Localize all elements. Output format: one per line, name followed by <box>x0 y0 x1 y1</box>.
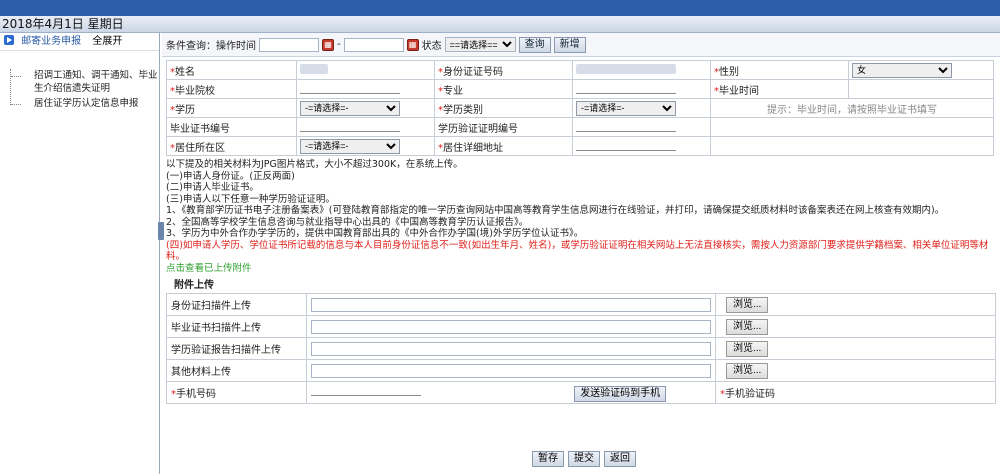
id-label: *身份证证号码 <box>434 60 573 80</box>
school-value[interactable] <box>296 79 435 99</box>
applicant-form: *姓名 *身份证证号码 *性别 女 *毕业院校 *专业 *毕业时间 *学历 -=… <box>166 60 994 156</box>
sidebar: 邮寄业务申报 全展开 招调工通知、调干通知、毕业生介绍信遗失证明 居住证学历认定… <box>0 33 160 474</box>
note-line: (二)申请人毕业证书。 <box>166 182 259 193</box>
id-file-input[interactable] <box>311 297 711 312</box>
back-button[interactable]: 返回 <box>604 451 636 467</box>
add-button[interactable]: 新增 <box>553 36 586 53</box>
upload-table: 身份证扫描件上传 浏览... 毕业证书扫描件上传 浏览... 学历验证报告扫描件… <box>166 293 996 404</box>
note-line: (三)申请人以下任意一种学历验证证明。 <box>166 193 335 205</box>
edu-label: *学历 <box>166 98 297 118</box>
gender-cell: 女 <box>848 60 994 80</box>
view-attachments-link[interactable]: 点击查看已上传附件 <box>166 263 996 275</box>
sidebar-header: 邮寄业务申报 全展开 <box>0 33 159 51</box>
sidebar-group-label[interactable]: 邮寄业务申报 <box>21 36 81 47</box>
play-icon <box>4 35 14 45</box>
browse-cell: 浏览... <box>715 359 996 382</box>
upload-label: 其他材料上传 <box>166 359 307 382</box>
note-line: 2、全国高等学校学生信息咨询与就业指导中心出具的《中国高等教育学历认证报告》。 <box>166 216 529 228</box>
submit-button[interactable]: 提交 <box>568 451 600 467</box>
cert-no-value[interactable] <box>296 117 435 137</box>
attachment-title: 附件上传 <box>174 280 214 291</box>
grad-time-label: *毕业时间 <box>710 79 849 99</box>
save-draft-button[interactable]: 暂存 <box>532 451 564 467</box>
sms-code-label: 手机验证码 <box>725 389 775 400</box>
query-bar: 条件查询：操作时间 ▦ - ▦ 状态 ==请选择== 查询 新增 <box>162 33 1000 57</box>
browse-button[interactable]: 浏览... <box>726 362 769 379</box>
edu-type-label: *学历类别 <box>434 98 573 118</box>
upload-cell <box>306 359 716 382</box>
phone-cell: 发送验证码到手机 <box>306 381 716 404</box>
other-file-input[interactable] <box>311 363 711 378</box>
upload-cell <box>306 315 716 338</box>
browse-cell: 浏览... <box>715 337 996 360</box>
browse-button[interactable]: 浏览... <box>726 318 769 335</box>
cert-file-input[interactable] <box>311 319 711 334</box>
upload-cell <box>306 337 716 360</box>
major-value[interactable] <box>572 79 711 99</box>
gender-label: *性别 <box>710 60 849 80</box>
browse-button[interactable]: 浏览... <box>726 296 769 313</box>
upload-cell <box>306 293 716 316</box>
verify-no-label: 学历验证证明编号 <box>434 117 573 137</box>
verify-no-value[interactable] <box>572 117 711 137</box>
upload-label: 身份证扫描件上传 <box>166 293 307 316</box>
phone-input[interactable] <box>311 384 421 396</box>
phone-label: *手机号码 <box>166 381 307 404</box>
query-label: 条件查询：操作时间 <box>166 41 256 52</box>
date-bar: 2018年4月1日 星期日 <box>0 16 1000 33</box>
grad-time-hint: 提示：毕业时间，请按照毕业证书填写 <box>710 98 994 118</box>
sidebar-tree: 招调工通知、调干通知、毕业生介绍信遗失证明 居住证学历认定信息申报 <box>0 69 159 110</box>
upload-label: 毕业证书扫描件上传 <box>166 315 307 338</box>
note-line: 3、学历为中外合作办学学历的，提供中国教育部出具的《中外合作办学国(境)外学历学… <box>166 228 584 239</box>
sms-cell: *手机验证码 <box>715 381 996 404</box>
school-label: *毕业院校 <box>166 79 297 99</box>
expand-all-link[interactable]: 全展开 <box>92 36 122 47</box>
cert-no-label: 毕业证书编号 <box>166 117 297 137</box>
address-label: *居住详细地址 <box>434 136 573 156</box>
id-value[interactable] <box>572 60 711 80</box>
action-bar: 暂存 提交 返回 <box>532 451 636 467</box>
edu-select[interactable]: -=请选择=- <box>300 100 400 116</box>
sidebar-item-residence-degree[interactable]: 居住证学历认定信息申报 <box>8 97 159 110</box>
range-dash: - <box>337 39 341 50</box>
end-time-input[interactable] <box>343 37 404 52</box>
name-value[interactable] <box>296 60 435 80</box>
attachment-section: 附件上传 身份证扫描件上传 浏览... 毕业证书扫描件上传 浏览... 学历验证… <box>166 274 996 404</box>
gender-select[interactable]: 女 <box>852 62 952 78</box>
note-intro: 以下提及的相关材料为JPG图片格式，大小不超过300K，在系统上传。 <box>166 159 463 170</box>
empty-cell <box>710 136 994 156</box>
report-file-input[interactable] <box>311 341 711 356</box>
edu-type-cell: -=请选择=- <box>572 98 711 118</box>
browse-cell: 浏览... <box>715 315 996 338</box>
district-cell: -=请选择=- <box>296 136 435 156</box>
upload-label: 学历验证报告扫描件上传 <box>166 337 307 360</box>
calendar-icon[interactable]: ▦ <box>406 38 419 51</box>
note-line: (一)申请人身份证。(正反两面) <box>166 170 295 182</box>
address-value[interactable] <box>572 136 711 156</box>
major-label: *专业 <box>434 79 573 99</box>
edu-cell: -=请选择=- <box>296 98 435 118</box>
note-line: 1、《教育部学历证书电子注册备案表》(可登陆教育部指定的唯一学历查询网站中国高等… <box>166 205 945 216</box>
instructions: 以下提及的相关材料为JPG图片格式，大小不超过300K，在系统上传。 (一)申请… <box>166 159 996 274</box>
browse-cell: 浏览... <box>715 293 996 316</box>
send-code-button[interactable]: 发送验证码到手机 <box>574 385 667 402</box>
main-panel: 条件查询：操作时间 ▦ - ▦ 状态 ==请选择== 查询 新增 *姓名 *身份… <box>162 33 1000 474</box>
search-button[interactable]: 查询 <box>518 36 551 53</box>
district-label: *居住所在区 <box>166 136 297 156</box>
status-label: 状态 <box>421 41 442 52</box>
browse-button[interactable]: 浏览... <box>726 340 769 357</box>
district-select[interactable]: -=请选择=- <box>300 138 400 154</box>
sidebar-item-lost-certificate[interactable]: 招调工通知、调干通知、毕业生介绍信遗失证明 <box>8 69 159 95</box>
edu-type-select[interactable]: -=请选择=- <box>576 100 676 116</box>
name-label: *姓名 <box>166 60 297 80</box>
status-select[interactable]: ==请选择== <box>444 37 516 52</box>
grad-time-value[interactable] <box>848 79 994 99</box>
calendar-icon[interactable]: ▦ <box>322 38 334 51</box>
browser-top-bar <box>0 0 1000 16</box>
start-time-input[interactable] <box>259 37 319 52</box>
note-warning: (四)如申请人学历、学位证书所记载的信息与本人目前身份证信息不一致(如出生年月、… <box>166 239 989 263</box>
empty-cell <box>710 117 994 137</box>
